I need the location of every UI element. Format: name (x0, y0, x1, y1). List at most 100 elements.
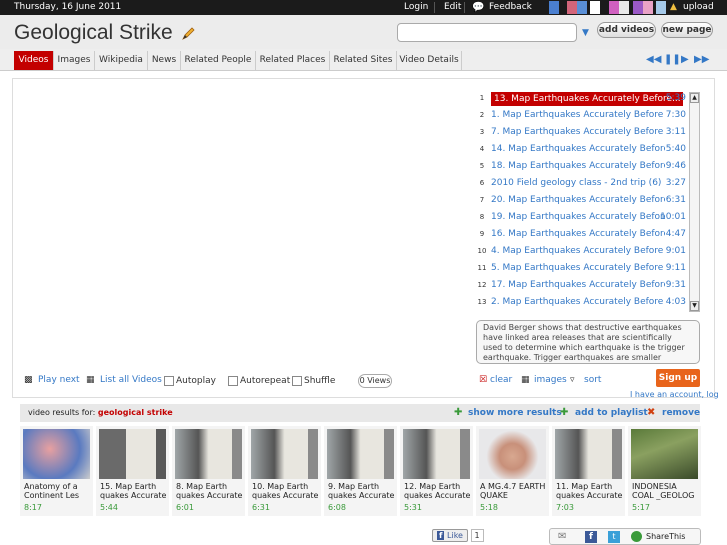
playlist-scrollbar[interactable]: ▲ ▼ (689, 92, 700, 312)
video-result[interactable]: 9. Map Earth quakes Accurate 6:08 (324, 426, 397, 516)
scroll-down-icon[interactable]: ▼ (690, 301, 699, 311)
theme-swatch[interactable] (609, 1, 619, 14)
video-thumbnail[interactable] (631, 429, 698, 479)
theme-swatch[interactable] (549, 1, 559, 14)
edit-link[interactable]: Edit (444, 2, 461, 12)
item-title[interactable]: 13. Map Earthquakes Accurately Before... (491, 92, 683, 106)
remove-link[interactable]: remove (662, 408, 700, 418)
item-title[interactable]: 14. Map Earthquakes Accurately Before... (491, 144, 665, 154)
video-caption[interactable]: 10. Map Earth quakes Accurate (252, 482, 320, 500)
tab-wikipedia[interactable]: Wikipedia (95, 51, 148, 70)
playlist-item[interactable]: 2 1. Map Earthquakes Accurately Before T.… (476, 108, 688, 124)
tab-news[interactable]: News (148, 51, 181, 70)
clear-icon[interactable]: ☒ (479, 375, 487, 385)
playlist-item[interactable]: 1 13. Map Earthquakes Accurately Before..… (476, 91, 688, 107)
video-result[interactable]: 8. Map Earth quakes Accurate 6:01 (172, 426, 245, 516)
item-title[interactable]: 16. Map Earthquakes Accurately Before... (491, 229, 665, 239)
video-caption[interactable]: 9. Map Earth quakes Accurate (328, 482, 396, 500)
add-to-playlist-link[interactable]: add to playlist (575, 408, 648, 418)
video-thumbnail[interactable] (99, 429, 166, 479)
item-title[interactable]: 7. Map Earthquakes Accurately Before T..… (491, 127, 665, 137)
autorepeat-checkbox[interactable] (228, 376, 238, 386)
video-result[interactable]: A MG.4.7 EARTH QUAKE 5:18 (476, 426, 549, 516)
images-link[interactable]: images (534, 375, 567, 385)
playlist-item[interactable]: 8 19. Map Earthquakes Accurately Before..… (476, 210, 688, 226)
shuffle-checkbox[interactable] (292, 376, 302, 386)
login-link[interactable]: Login (404, 2, 428, 12)
video-thumbnail[interactable] (175, 429, 242, 479)
upload-icon[interactable]: ▲ (670, 2, 677, 12)
item-title[interactable]: 2. Map Earthquakes Accurately Before T..… (491, 297, 665, 307)
remove-icon[interactable]: ✖ (647, 407, 655, 418)
pencil-icon[interactable] (180, 25, 197, 42)
rewind-icon[interactable]: ◀◀ (646, 54, 661, 65)
video-caption[interactable]: 8. Map Earth quakes Accurate (176, 482, 244, 500)
add-videos-button[interactable]: add videos (597, 22, 656, 38)
playlist-item[interactable]: 3 7. Map Earthquakes Accurately Before T.… (476, 125, 688, 141)
playlist-item[interactable]: 11 5. Map Earthquakes Accurately Before T… (476, 261, 688, 277)
video-result[interactable]: 10. Map Earth quakes Accurate 6:31 (248, 426, 321, 516)
sharethis-label[interactable]: ShareThis (646, 532, 685, 541)
playlist-item[interactable]: 5 18. Map Earthquakes Accurately Before..… (476, 159, 688, 175)
play-icon[interactable]: ▶ (681, 54, 689, 65)
item-title[interactable]: 20. Map Earthquakes Accurately Before... (491, 195, 665, 205)
video-thumbnail[interactable] (403, 429, 470, 479)
video-caption[interactable]: 11. Map Earth quakes Accurate (556, 482, 624, 500)
item-title[interactable]: 17. Map Earthquakes Accurately Before... (491, 280, 665, 290)
video-result[interactable]: 12. Map Earth quakes Accurate 5:31 (400, 426, 473, 516)
tab-related-people[interactable]: Related People (181, 51, 256, 70)
video-caption[interactable]: 15. Map Earth quakes Accurate (100, 482, 168, 500)
theme-swatch[interactable] (567, 1, 577, 14)
upload-link[interactable]: upload (683, 2, 714, 12)
list-all-link[interactable]: List all Videos (100, 375, 162, 385)
playlist-item[interactable]: 6 2010 Field geology class - 2nd trip (6)… (476, 176, 688, 192)
item-title[interactable]: 19. Map Earthquakes Accurately Before... (491, 212, 665, 222)
video-thumbnail[interactable] (23, 429, 90, 479)
chevron-down-icon[interactable]: ▼ (582, 28, 589, 38)
video-result[interactable]: 11. Map Earth quakes Accurate 7:03 (552, 426, 625, 516)
playlist-item[interactable]: 10 4. Map Earthquakes Accurately Before T… (476, 244, 688, 260)
list-icon[interactable]: ▦ (86, 375, 95, 385)
theme-swatch[interactable] (643, 1, 653, 14)
plus-icon[interactable]: ✚ (560, 407, 568, 418)
email-icon[interactable]: ✉ (558, 531, 566, 542)
item-title[interactable]: 18. Map Earthquakes Accurately Before... (491, 161, 665, 171)
pause-icon[interactable]: ❚❚ (664, 54, 681, 65)
play-next-icon[interactable]: ▩ (24, 375, 33, 385)
tab-videos[interactable]: Videos (14, 51, 54, 70)
like-button[interactable]: f Like (432, 529, 468, 542)
video-thumbnail[interactable] (251, 429, 318, 479)
search-input[interactable] (397, 23, 577, 42)
tab-related-sites[interactable]: Related Sites (330, 51, 397, 70)
video-result[interactable]: Anatomy of a Continent Les 8:17 (20, 426, 93, 516)
scroll-up-icon[interactable]: ▲ (690, 93, 699, 103)
item-title[interactable]: 1. Map Earthquakes Accurately Before T..… (491, 110, 665, 120)
sort-icon[interactable]: ▿ (570, 375, 575, 385)
item-title[interactable]: 5. Map Earthquakes Accurately Before T..… (491, 263, 665, 273)
video-result[interactable]: 15. Map Earth quakes Accurate 5:44 (96, 426, 169, 516)
playlist-item[interactable]: 4 14. Map Earthquakes Accurately Before..… (476, 142, 688, 158)
theme-swatch[interactable] (619, 1, 629, 14)
tab-images[interactable]: Images (54, 51, 95, 70)
sign-up-button[interactable]: Sign up (656, 369, 700, 387)
clear-link[interactable]: clear (490, 375, 512, 385)
theme-swatch[interactable] (633, 1, 643, 14)
item-title[interactable]: 4. Map Earthquakes Accurately Before T..… (491, 246, 665, 256)
tab-video-details[interactable]: Video Details (397, 51, 462, 70)
autoplay-checkbox[interactable] (164, 376, 174, 386)
video-caption[interactable]: A MG.4.7 EARTH QUAKE (480, 482, 548, 500)
video-thumbnail[interactable] (479, 429, 546, 479)
tab-related-places[interactable]: Related Places (256, 51, 330, 70)
playlist-item[interactable]: 12 17. Map Earthquakes Accurately Before.… (476, 278, 688, 294)
theme-swatch[interactable] (590, 1, 600, 14)
video-thumbnail[interactable] (327, 429, 394, 479)
playlist-item[interactable]: 13 2. Map Earthquakes Accurately Before T… (476, 295, 688, 311)
login-account-link[interactable]: I have an account, log (630, 390, 719, 399)
plus-icon[interactable]: ✚ (454, 407, 462, 418)
sort-link[interactable]: sort (584, 375, 601, 385)
theme-swatch[interactable] (577, 1, 587, 14)
feedback-icon[interactable]: 💬 (472, 2, 484, 13)
video-caption[interactable]: 12. Map Earth quakes Accurate (404, 482, 472, 500)
new-page-button[interactable]: new page (661, 22, 713, 38)
item-title[interactable]: 2010 Field geology class - 2nd trip (6) (491, 178, 665, 188)
